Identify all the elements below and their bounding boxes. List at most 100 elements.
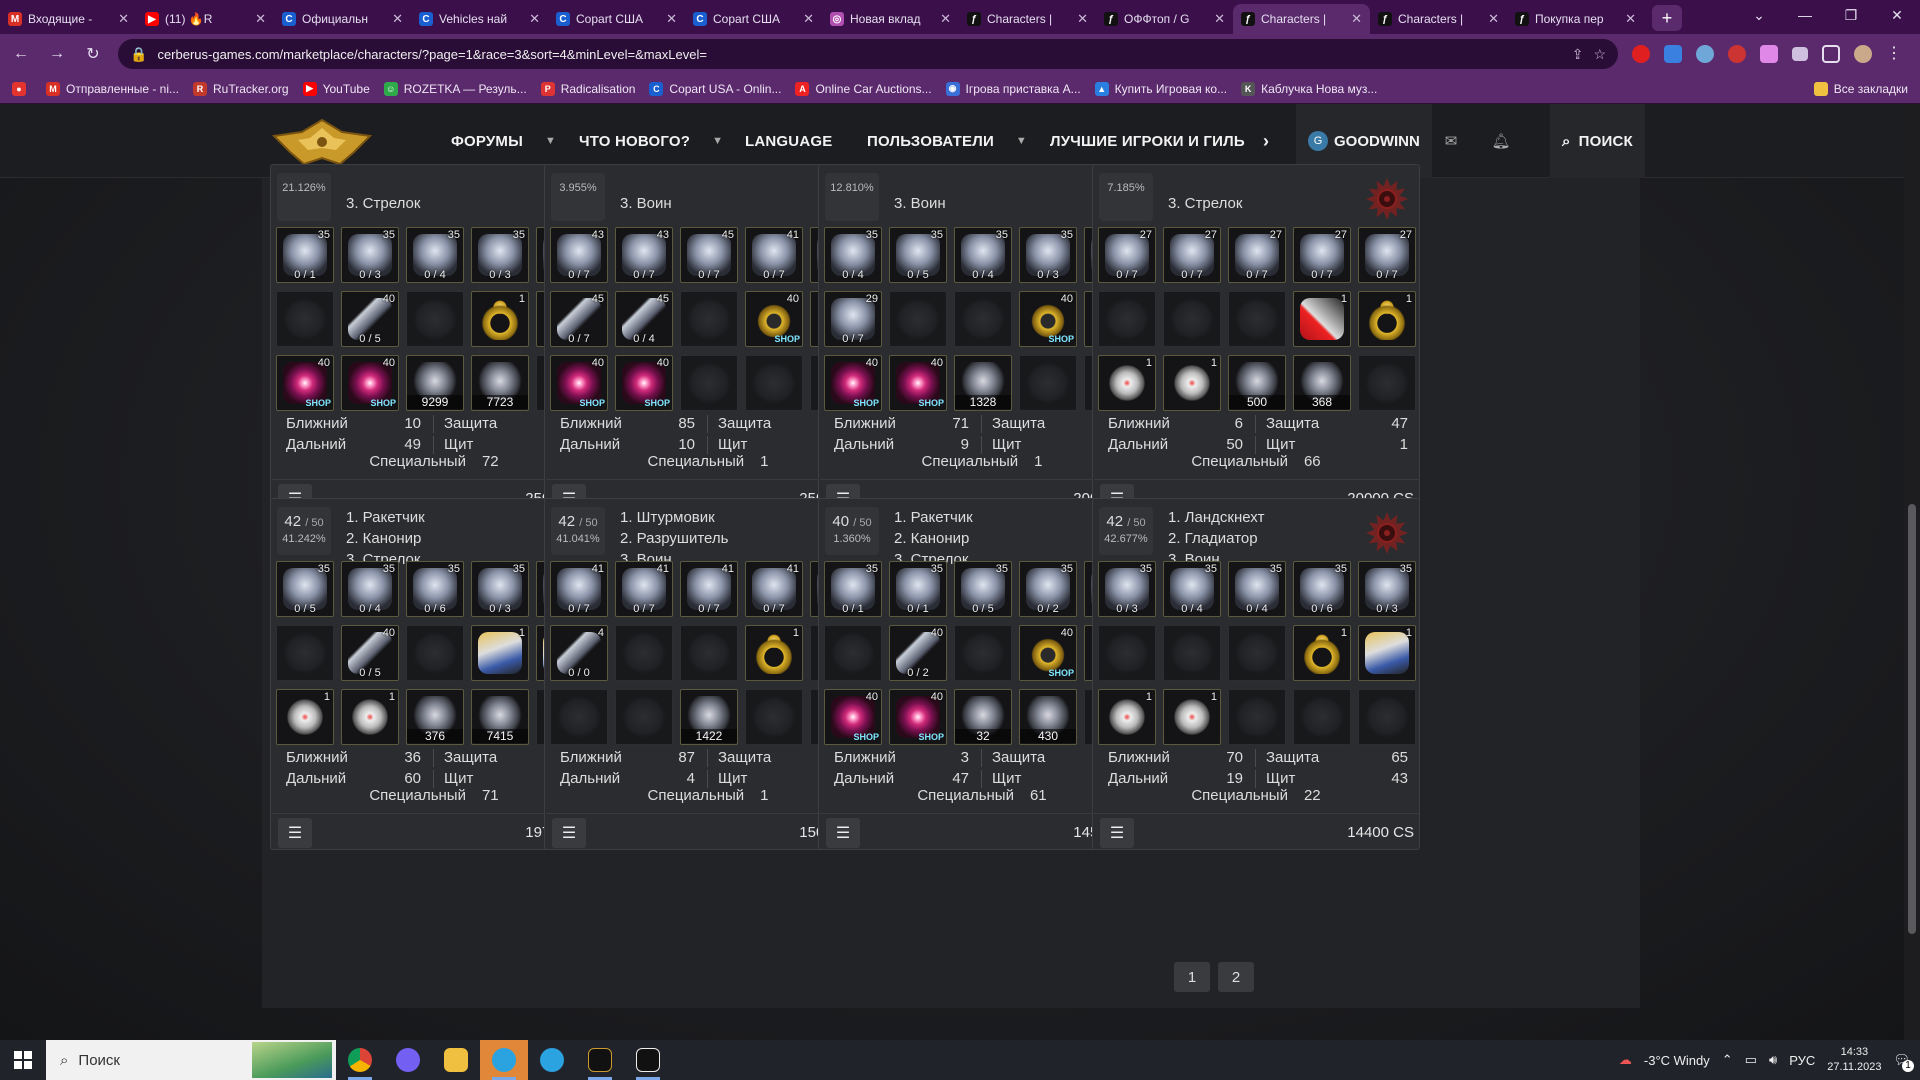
browser-tab[interactable]: C Copart США ✕ xyxy=(685,4,822,34)
equipment-slot[interactable]: 41 0 / 7 xyxy=(550,561,608,617)
bookmark-item[interactable]: ☺ ROZETKA — Резуль... xyxy=(383,81,527,96)
details-menu-button[interactable]: ☰ xyxy=(826,817,860,848)
share-icon[interactable]: ⇪ xyxy=(1572,46,1584,63)
browser-tab[interactable]: ƒ Покупка пер ✕ xyxy=(1507,4,1644,34)
page-button-2[interactable]: 2 xyxy=(1218,962,1254,992)
equipment-slot[interactable]: 40 SHOP xyxy=(824,355,882,411)
equipment-slot[interactable]: 35 0 / 5 xyxy=(954,561,1012,617)
equipment-slot[interactable]: 1328 xyxy=(954,355,1012,411)
back-button[interactable]: ← xyxy=(6,39,36,69)
game-launcher-taskbar-icon[interactable] xyxy=(576,1040,624,1080)
equipment-slot[interactable]: 40 SHOP xyxy=(889,689,947,745)
equipment-slot[interactable]: 35 0 / 1 xyxy=(889,561,947,617)
equipment-slot[interactable]: 35 0 / 1 xyxy=(824,561,882,617)
bookmark-item[interactable]: R RuTracker.org xyxy=(193,81,289,96)
explorer-taskbar-icon[interactable] xyxy=(432,1040,480,1080)
browser-tab[interactable]: C Copart США ✕ xyxy=(548,4,685,34)
tab-close-icon[interactable]: ✕ xyxy=(1351,11,1362,27)
equipment-slot[interactable]: 45 0 / 7 xyxy=(550,291,608,347)
star-icon[interactable]: ☆ xyxy=(1593,46,1606,63)
telegram-taskbar-icon[interactable] xyxy=(528,1040,576,1080)
all-bookmarks-button[interactable]: Все закладки xyxy=(1813,81,1908,96)
equipment-slot[interactable]: 1 xyxy=(471,291,529,347)
equipment-slot[interactable]: 500 xyxy=(1228,355,1286,411)
sidebar-icon[interactable] xyxy=(1822,45,1840,63)
minimize-button[interactable]: — xyxy=(1782,0,1828,30)
chevron-down-icon[interactable]: ▼ xyxy=(712,135,723,147)
equipment-slot[interactable]: 9299 xyxy=(406,355,464,411)
tab-close-icon[interactable]: ✕ xyxy=(1214,11,1225,27)
taskbar-search[interactable]: ⌕ Поиск xyxy=(46,1040,336,1080)
equipment-slot[interactable]: 35 0 / 4 xyxy=(406,227,464,283)
chevron-down-icon[interactable]: ▼ xyxy=(1016,135,1027,147)
browser-tab[interactable]: M Входящие - ✕ xyxy=(0,4,137,34)
equipment-slot[interactable]: 1 xyxy=(1163,689,1221,745)
address-bar[interactable]: 🔒 cerberus-games.com/marketplace/charact… xyxy=(118,39,1618,69)
equipment-slot[interactable]: 1 xyxy=(1163,355,1221,411)
network-icon[interactable]: ▭ xyxy=(1745,1052,1757,1068)
equipment-slot[interactable]: 40 SHOP xyxy=(550,355,608,411)
equipment-slot[interactable]: 4 0 / 0 xyxy=(550,625,608,681)
details-menu-button[interactable]: ☰ xyxy=(1100,817,1134,848)
bookmark-item[interactable]: A Online Car Auctions... xyxy=(795,81,932,96)
mail-icon[interactable]: ✉ xyxy=(1426,104,1476,178)
equipment-slot[interactable]: 35 0 / 5 xyxy=(889,227,947,283)
equipment-slot[interactable]: 45 0 / 4 xyxy=(615,291,673,347)
equipment-slot[interactable]: 35 0 / 4 xyxy=(954,227,1012,283)
close-window-button[interactable]: ✕ xyxy=(1874,0,1920,30)
equipment-slot[interactable]: 41 0 / 7 xyxy=(615,561,673,617)
bookmark-item[interactable]: ▲ Купить Игровая ко... xyxy=(1094,81,1227,96)
tab-close-icon[interactable]: ✕ xyxy=(392,11,403,27)
details-menu-button[interactable]: ☰ xyxy=(278,817,312,848)
tab-close-icon[interactable]: ✕ xyxy=(803,11,814,27)
weather-icon[interactable]: ☁ xyxy=(1619,1052,1632,1068)
equipment-slot[interactable]: 35 0 / 4 xyxy=(1228,561,1286,617)
equipment-slot[interactable]: 1 xyxy=(341,689,399,745)
equipment-slot[interactable]: 7723 xyxy=(471,355,529,411)
bookmark-item[interactable]: ▶ YouTube xyxy=(302,81,370,96)
bookmark-item[interactable]: C Copart USA - Onlin... xyxy=(649,81,781,96)
equipment-slot[interactable]: 27 0 / 7 xyxy=(1098,227,1156,283)
equipment-slot[interactable]: 27 0 / 7 xyxy=(1293,227,1351,283)
tab-close-icon[interactable]: ✕ xyxy=(940,11,951,27)
chrome-taskbar-icon[interactable] xyxy=(336,1040,384,1080)
equipment-slot[interactable]: 35 0 / 3 xyxy=(341,227,399,283)
equipment-slot[interactable]: 41 0 / 7 xyxy=(745,227,803,283)
equipment-slot[interactable]: 7415 xyxy=(471,689,529,745)
tray-expand-icon[interactable]: ⌃ xyxy=(1722,1052,1733,1068)
equipment-slot[interactable]: 29 0 / 7 xyxy=(824,291,882,347)
maximize-button[interactable]: ❐ xyxy=(1828,0,1874,30)
equipment-slot[interactable]: 35 0 / 3 xyxy=(1098,561,1156,617)
character-card[interactable]: 42 / 50 42.677% 1. Ландскнехт 2. Гладиатор 3… xyxy=(1092,498,1420,850)
equipment-slot[interactable]: 27 0 / 7 xyxy=(1163,227,1221,283)
equipment-slot[interactable]: 35 0 / 3 xyxy=(471,561,529,617)
language-indicator[interactable]: РУС xyxy=(1789,1053,1815,1068)
character-card[interactable]: 7.185% 3. Стрелок 27 0 / 7 27 0 / 7 27 0 / 7 27 0… xyxy=(1092,164,1420,516)
clock[interactable]: 14:33 27.11.2023 xyxy=(1827,1045,1881,1075)
equipment-slot[interactable]: 32 xyxy=(954,689,1012,745)
equipment-slot[interactable]: 40 0 / 5 xyxy=(341,625,399,681)
scrollbar-thumb[interactable] xyxy=(1908,504,1916,934)
equipment-slot[interactable]: 35 0 / 6 xyxy=(406,561,464,617)
equipment-slot[interactable]: 368 xyxy=(1293,355,1351,411)
bell-icon[interactable]: 🔔︎ xyxy=(1476,104,1526,178)
browser-tab[interactable]: ◎ Новая вклад ✕ xyxy=(822,4,959,34)
equipment-slot[interactable]: 35 0 / 4 xyxy=(1163,561,1221,617)
search-button[interactable]: ⌕ ПОИСК xyxy=(1550,104,1645,178)
equipment-slot[interactable]: 40 SHOP xyxy=(1019,625,1077,681)
equipment-slot[interactable]: 35 0 / 5 xyxy=(276,561,334,617)
telegram-taskbar-icon[interactable] xyxy=(480,1040,528,1080)
equipment-slot[interactable]: 43 0 / 7 xyxy=(550,227,608,283)
page-scrollbar[interactable] xyxy=(1904,104,1920,1040)
bookmark-item[interactable]: K Каблучка Нова муз... xyxy=(1241,81,1377,96)
equipment-slot[interactable]: 1 xyxy=(1358,625,1416,681)
profile-avatar[interactable] xyxy=(1854,45,1872,63)
tab-close-icon[interactable]: ✕ xyxy=(1077,11,1088,27)
bookmark-item[interactable]: ● xyxy=(12,81,32,96)
equipment-slot[interactable]: 1 xyxy=(1293,625,1351,681)
weather-text[interactable]: -3°C Windy xyxy=(1644,1053,1710,1068)
forward-button[interactable]: → xyxy=(42,39,72,69)
reload-button[interactable]: ↻ xyxy=(78,39,108,69)
equipment-slot[interactable]: 1 xyxy=(1293,291,1351,347)
extension-icon[interactable] xyxy=(1632,45,1650,63)
